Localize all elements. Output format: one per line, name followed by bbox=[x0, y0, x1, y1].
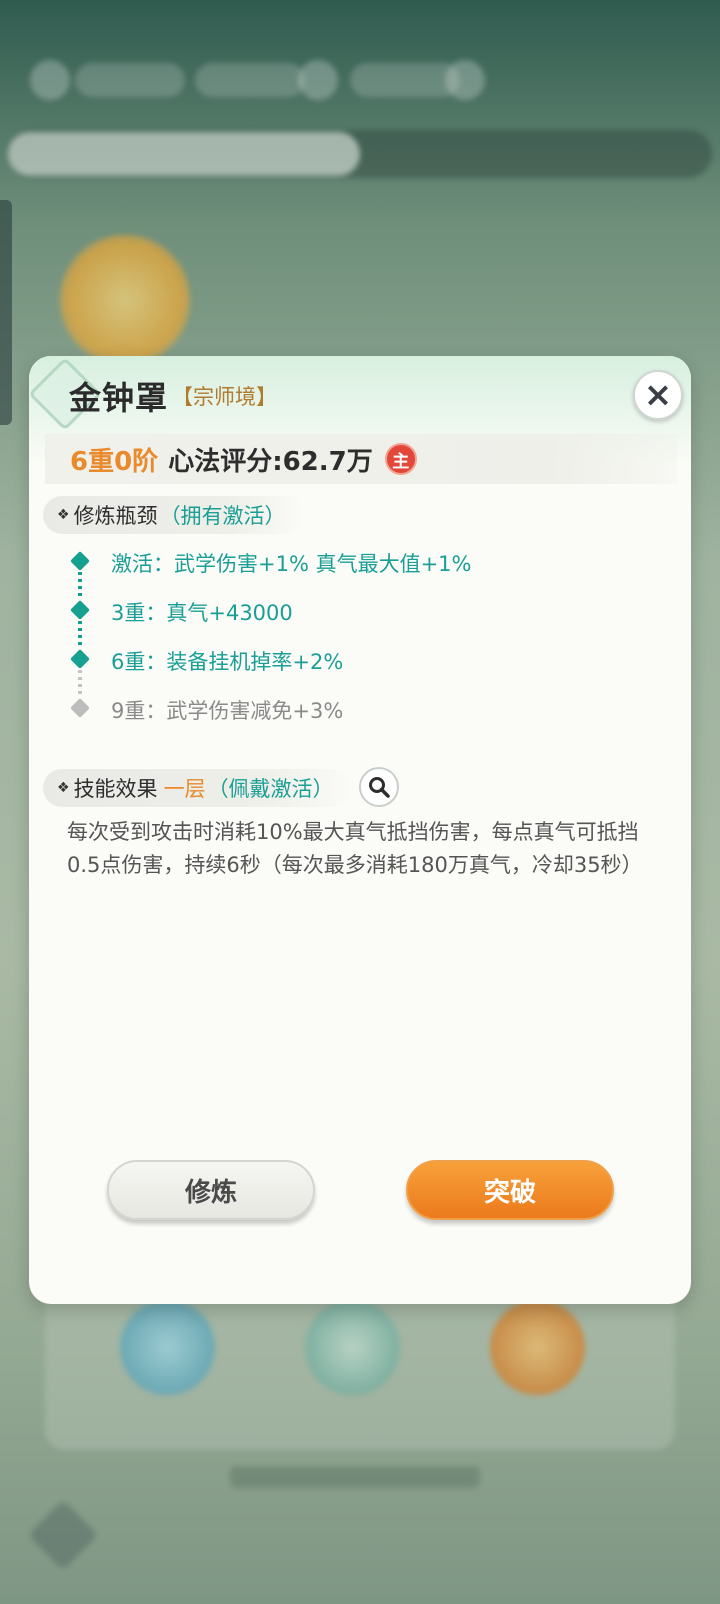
active-diamond-icon bbox=[70, 551, 90, 571]
bottleneck-item-text: 9重：武学伤害减免+3% bbox=[111, 698, 344, 723]
inactive-diamond-icon bbox=[70, 698, 90, 718]
magnifier-icon bbox=[369, 777, 390, 798]
bottleneck-item: 9重：武学伤害减免+3% bbox=[69, 685, 669, 734]
skill-title: 金钟罩 bbox=[69, 379, 169, 417]
side-handle[interactable] bbox=[0, 200, 12, 425]
skill-section-icon: ❖ bbox=[57, 780, 70, 796]
close-button[interactable]: × bbox=[633, 370, 683, 420]
bottleneck-item: 3重：真气+43000 bbox=[69, 587, 669, 649]
rating-value: 62.7万 bbox=[282, 446, 373, 477]
background-tab-bar bbox=[8, 130, 712, 178]
skill-layer: 一层 bbox=[163, 777, 206, 801]
bottleneck-header: ❖ 修炼瓶颈 （拥有激活） bbox=[43, 496, 306, 534]
bottleneck-item-text: 6重：装备挂机掉率+2% bbox=[111, 649, 344, 674]
realm-tag: 【宗师境】 bbox=[172, 385, 278, 409]
bottleneck-item-text: 激活：武学伤害+1% 真气最大值+1% bbox=[111, 551, 472, 576]
close-icon: × bbox=[643, 375, 673, 415]
skill-status: （佩戴激活） bbox=[207, 777, 334, 801]
bottleneck-item-text: 3重：真气+43000 bbox=[111, 600, 293, 625]
skill-effect-header: ❖ 技能效果 一层 （佩戴激活） bbox=[43, 769, 354, 807]
rating-bar: 6重0阶 心法评分: 62.7万 主 bbox=[45, 434, 677, 484]
skill-effect-title: 技能效果 bbox=[73, 777, 158, 801]
bottleneck-title: 修炼瓶颈 bbox=[73, 504, 158, 528]
active-diamond-icon bbox=[70, 649, 90, 669]
train-button[interactable]: 修炼 bbox=[107, 1160, 315, 1220]
bottleneck-status: （拥有激活） bbox=[159, 504, 286, 528]
skill-detail-dialog: 金钟罩 【宗师境】 × 6重0阶 心法评分: 62.7万 主 ❖ 修炼瓶颈 （拥… bbox=[29, 356, 691, 1304]
bottleneck-section-icon: ❖ bbox=[57, 507, 70, 523]
bottleneck-item: 6重：装备挂机掉率+2% bbox=[69, 636, 669, 698]
main-badge: 主 bbox=[384, 443, 417, 475]
background-character bbox=[60, 235, 190, 365]
dialog-title-row: 金钟罩 【宗师境】 bbox=[69, 374, 277, 418]
background-resource-bar bbox=[20, 55, 520, 115]
rating-label: 心法评分: bbox=[168, 446, 283, 477]
active-diamond-icon bbox=[70, 600, 90, 620]
bottleneck-list: 激活：武学伤害+1% 真气最大值+1% 3重：真气+43000 6重：装备挂机掉… bbox=[69, 538, 669, 734]
cultivation-level: 6重0阶 bbox=[70, 446, 159, 477]
bottleneck-item: 激活：武学伤害+1% 真气最大值+1% bbox=[69, 538, 669, 600]
skill-detail-button[interactable] bbox=[359, 767, 399, 807]
skill-description: 每次受到攻击时消耗10%最大真气抵挡伤害，每点真气可抵挡0.5点伤害，持续6秒（… bbox=[67, 820, 643, 877]
breakthrough-button[interactable]: 突破 bbox=[406, 1160, 614, 1220]
